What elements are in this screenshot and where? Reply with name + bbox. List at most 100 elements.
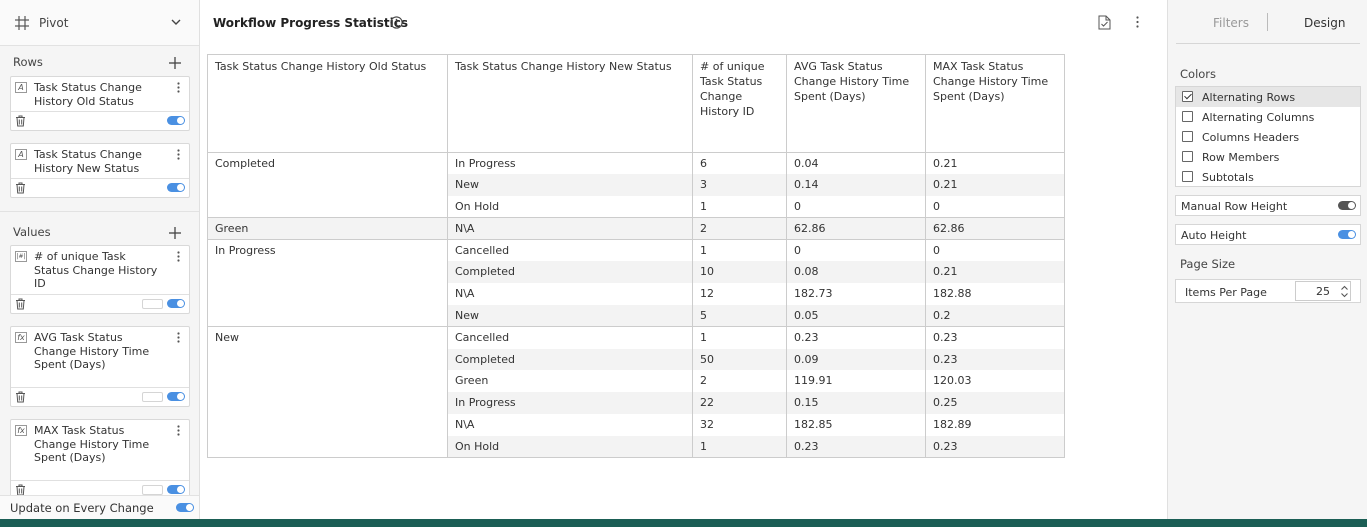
value-field-label: # of unique Task Status Change History I…: [34, 250, 158, 290]
export-file-icon[interactable]: [1098, 15, 1111, 30]
table-cell: 182.88: [925, 283, 1065, 306]
table-cell: 2: [692, 217, 787, 240]
option-alternating-rows[interactable]: Alternating Rows: [1176, 87, 1360, 107]
table-cell: 5: [692, 305, 787, 327]
row-group-cell: Completed: [207, 151, 448, 218]
more-options-icon[interactable]: [177, 425, 180, 436]
table-cell: N\A: [447, 414, 693, 436]
option-label: Alternating Columns: [1202, 111, 1315, 124]
column-header[interactable]: Task Status Change History New Status: [447, 54, 693, 153]
more-options-icon[interactable]: [177, 251, 180, 262]
table-cell: N\A: [447, 283, 693, 306]
items-per-page-label: Items Per Page: [1185, 286, 1267, 299]
table-cell: On Hold: [447, 196, 693, 218]
trash-icon[interactable]: [15, 391, 26, 403]
update-on-every-change-row: Update on Every Change: [0, 495, 199, 519]
pivot-table: Task Status Change History Old Status Ta…: [207, 54, 1065, 459]
row-field-card[interactable]: A Task Status Change History Old Status: [10, 76, 190, 131]
manual-row-height-label: Manual Row Height: [1181, 200, 1288, 213]
row-field-toggle[interactable]: [167, 116, 185, 125]
checkbox[interactable]: [1182, 91, 1193, 102]
bottom-status-bar: [0, 519, 1367, 527]
more-options-icon[interactable]: [177, 149, 180, 160]
option-label: Alternating Rows: [1202, 91, 1296, 104]
more-options-icon[interactable]: [1136, 16, 1139, 28]
format-box[interactable]: [142, 299, 163, 309]
pivot-label: Pivot: [39, 15, 69, 30]
chevron-down-icon[interactable]: [169, 15, 183, 29]
header-row: Task Status Change History Old Status Ta…: [207, 54, 1065, 153]
tab-filters[interactable]: Filters: [1213, 16, 1249, 30]
table-cell: 0.21: [925, 152, 1065, 175]
value-field-toggle[interactable]: [167, 392, 185, 401]
info-icon[interactable]: [390, 16, 403, 29]
row-field-card[interactable]: A Task Status Change History New Status: [10, 143, 190, 198]
manual-row-height-toggle[interactable]: [1338, 201, 1356, 210]
auto-height-toggle[interactable]: [1338, 230, 1356, 239]
table-cell: New: [447, 174, 693, 197]
table-cell: 182.89: [925, 414, 1065, 436]
trash-icon[interactable]: [15, 298, 26, 310]
value-field-card[interactable]: fx AVG Task Status Change History Time S…: [10, 326, 190, 407]
value-field-toggle[interactable]: [167, 299, 185, 308]
table-row: Green N\A 2 62.86 62.86: [207, 217, 1065, 240]
value-field-card[interactable]: fx MAX Task Status Change History Time S…: [10, 419, 190, 500]
table-cell: 0.05: [786, 305, 926, 327]
table-cell: 1: [692, 435, 787, 459]
table-cell: 0: [786, 239, 926, 262]
format-box[interactable]: [142, 392, 163, 402]
add-value-plus-icon[interactable]: [168, 226, 182, 240]
table-cell: In Progress: [447, 152, 693, 175]
table-cell: 22: [692, 392, 787, 415]
more-options-icon[interactable]: [177, 82, 180, 93]
add-row-plus-icon[interactable]: [168, 56, 182, 70]
trash-icon[interactable]: [15, 115, 26, 127]
table-cell: 182.73: [786, 283, 926, 306]
pivot-selector[interactable]: Pivot: [0, 0, 199, 46]
option-row-members[interactable]: Row Members: [1176, 147, 1360, 167]
auto-height-row: Auto Height: [1175, 224, 1361, 245]
items-per-page-row: Items Per Page 25: [1175, 279, 1361, 303]
table-cell: 1: [692, 326, 787, 349]
column-header[interactable]: AVG Task Status Change History Time Spen…: [786, 54, 926, 153]
table-cell: 0.04: [786, 152, 926, 175]
panel-tabs: Filters Design: [1176, 0, 1360, 44]
row-field-toggle[interactable]: [167, 183, 185, 192]
section-divider: [0, 211, 199, 212]
row-field-label: Task Status Change History New Status: [34, 148, 142, 175]
column-header[interactable]: MAX Task Status Change History Time Spen…: [925, 54, 1065, 153]
format-box[interactable]: [142, 485, 163, 495]
checkbox[interactable]: [1182, 151, 1193, 162]
checkbox[interactable]: [1182, 131, 1193, 142]
table-cell: N\A: [447, 217, 693, 240]
more-options-icon[interactable]: [177, 332, 180, 343]
table-cell: 32: [692, 414, 787, 436]
checkbox[interactable]: [1182, 171, 1193, 182]
table-cell: 0.21: [925, 174, 1065, 197]
trash-icon[interactable]: [15, 182, 26, 194]
items-per-page-stepper[interactable]: 25: [1295, 281, 1351, 301]
table-cell: In Progress: [447, 392, 693, 415]
table-cell: Cancelled: [447, 239, 693, 262]
value-field-toggle[interactable]: [167, 485, 185, 494]
value-field-card[interactable]: |#| # of unique Task Status Change Histo…: [10, 245, 190, 314]
widget-title: Workflow Progress Statistics: [213, 16, 408, 30]
table-cell: 0.23: [786, 326, 926, 349]
tab-design[interactable]: Design: [1304, 16, 1345, 30]
table-row: In Progress Cancelled 1 0 0: [207, 239, 1065, 327]
table-row: Completed In Progress 6 0.04 0.21: [207, 151, 1065, 218]
table-cell: 1: [692, 239, 787, 262]
column-header[interactable]: # of unique Task Status Change History I…: [692, 54, 787, 153]
stepper-arrows-icon[interactable]: [1340, 284, 1349, 299]
table-cell: 12: [692, 283, 787, 306]
table-cell: 0.09: [786, 348, 926, 371]
update-on-every-change-toggle[interactable]: [176, 503, 194, 512]
column-header[interactable]: Task Status Change History Old Status: [207, 54, 448, 153]
option-subtotals[interactable]: Subtotals: [1176, 167, 1360, 187]
checkbox[interactable]: [1182, 111, 1193, 122]
option-columns-headers[interactable]: Columns Headers: [1176, 127, 1360, 147]
table-cell: 0: [925, 196, 1065, 218]
design-panel: Filters Design Colors Alternating Rows A…: [1167, 0, 1367, 519]
option-alternating-columns[interactable]: Alternating Columns: [1176, 107, 1360, 127]
table-cell: 119.91: [786, 370, 926, 393]
